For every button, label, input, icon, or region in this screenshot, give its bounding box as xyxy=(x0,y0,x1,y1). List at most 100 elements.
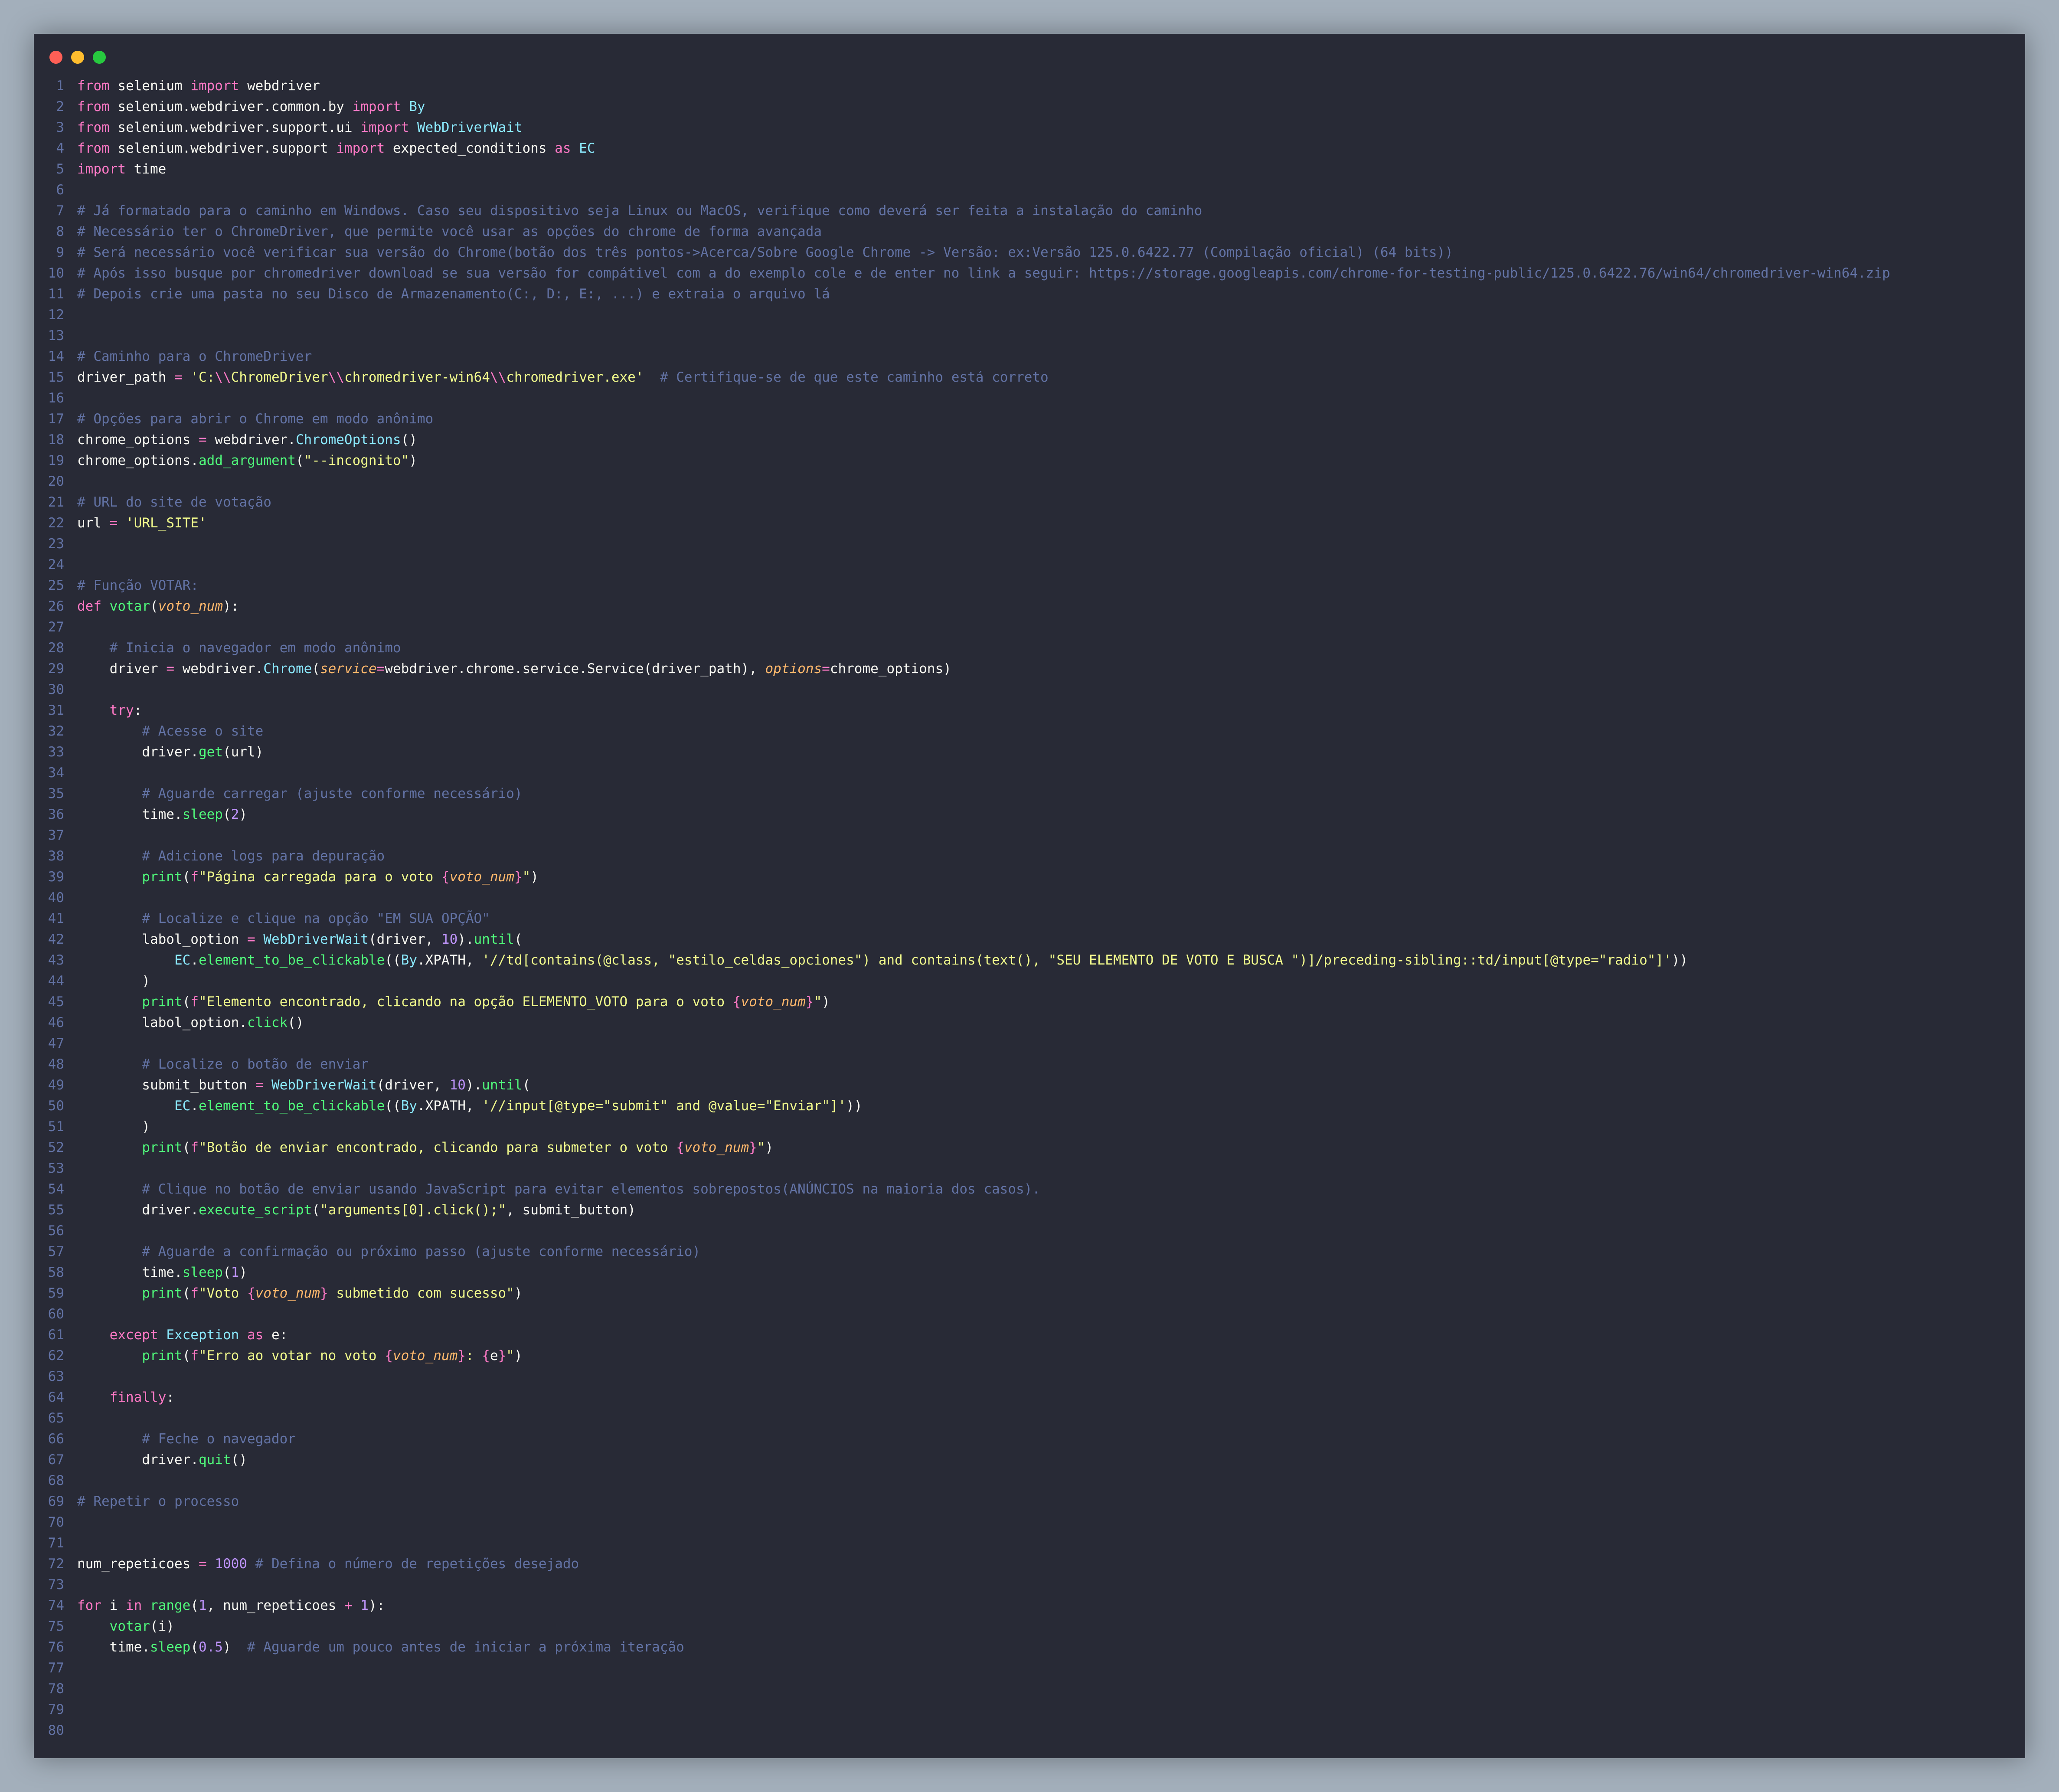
code-token: 1 xyxy=(231,1265,239,1280)
code-token: voto_num xyxy=(255,1285,320,1301)
line-number: 53 xyxy=(48,1161,64,1176)
line-number: 43 xyxy=(48,952,64,968)
code-line: 77 xyxy=(34,1658,2025,1678)
line-number: 31 xyxy=(48,703,64,718)
code-token: labol_option xyxy=(77,932,247,947)
line-content: labol_option.click() xyxy=(77,1012,304,1033)
code-token: voto_num xyxy=(684,1140,749,1155)
line-number: 22 xyxy=(48,515,64,531)
code-token: } xyxy=(805,994,814,1010)
line-content: # Clique no botão de enviar usando JavaS… xyxy=(77,1179,1040,1200)
line-content: # Função VOTAR: xyxy=(77,575,199,596)
line-number: 21 xyxy=(48,494,64,510)
code-line: 13 xyxy=(34,325,2025,346)
code-token: chrome_options. xyxy=(77,453,199,468)
line-number: 59 xyxy=(48,1285,64,1301)
code-line: 39 print(f"Página carregada para o voto … xyxy=(34,867,2025,887)
line-content: from selenium.webdriver.support import e… xyxy=(77,138,595,159)
line-number: 12 xyxy=(48,307,64,323)
code-token: # Já formatado para o caminho em Windows… xyxy=(77,203,1203,219)
line-number: 16 xyxy=(48,390,64,406)
code-token: # Após isso busque por chromedriver down… xyxy=(77,265,1890,281)
code-token: = xyxy=(255,1077,264,1093)
line-number: 74 xyxy=(48,1598,64,1613)
code-token: \\ xyxy=(490,370,507,385)
code-token: : xyxy=(166,1390,174,1405)
line-number: 35 xyxy=(48,786,64,801)
code-line: 45 print(f"Elemento encontrado, clicando… xyxy=(34,991,2025,1012)
line-number: 8 xyxy=(56,224,64,239)
code-token: ) xyxy=(530,869,539,885)
code-token: # Aguarde a confirmação ou próximo passo… xyxy=(142,1244,701,1259)
line-number: 80 xyxy=(48,1723,64,1738)
code-token: "arguments[0].click();" xyxy=(320,1202,507,1218)
code-token: ( xyxy=(312,661,320,677)
code-line: 57 # Aguarde a confirmação ou próximo pa… xyxy=(34,1241,2025,1262)
code-token: from xyxy=(77,78,110,94)
code-token: 1 xyxy=(199,1598,207,1613)
code-line: 3 from selenium.webdriver.support.ui impo… xyxy=(34,117,2025,138)
code-token: execute_script xyxy=(198,1202,312,1218)
line-number: 60 xyxy=(48,1306,64,1322)
code-line: 74 for i in range(1, num_repeticoes + 1): xyxy=(34,1595,2025,1616)
minimize-dot-icon[interactable] xyxy=(71,51,84,64)
line-content: print(f"Página carregada para o voto {vo… xyxy=(77,867,539,887)
code-token: until xyxy=(482,1077,523,1093)
code-token: (( xyxy=(385,952,401,968)
code-token: ( xyxy=(222,1265,231,1280)
code-token: (driver, xyxy=(368,932,441,947)
line-number: 36 xyxy=(48,807,64,822)
code-token: " xyxy=(757,1140,765,1155)
code-token: votar xyxy=(109,1619,150,1634)
code-token: WebDriverWait xyxy=(271,1077,377,1093)
line-content: votar(i) xyxy=(77,1616,174,1637)
code-editor[interactable]: 1 from selenium import webdriver 2 from sel… xyxy=(34,75,2025,1741)
line-content: # Opções para abrir o Chrome em modo anô… xyxy=(77,409,433,429)
code-token: } xyxy=(320,1285,328,1301)
line-number: 10 xyxy=(48,265,64,281)
code-token: '//input[@type="submit" and @value="Envi… xyxy=(482,1098,846,1114)
close-dot-icon[interactable] xyxy=(49,51,62,64)
code-token: f xyxy=(190,1140,199,1155)
code-line: 55 driver.execute_script("arguments[0].c… xyxy=(34,1200,2025,1220)
code-token: webdriver xyxy=(239,78,320,94)
code-token: .XPATH, xyxy=(417,1098,482,1114)
code-token: f xyxy=(190,869,199,885)
code-token: ChromeOptions xyxy=(295,432,401,448)
line-content: # Será necessário você verificar sua ver… xyxy=(77,242,1453,263)
line-number: 71 xyxy=(48,1535,64,1551)
code-token: import xyxy=(360,120,409,135)
code-line: 50 EC.element_to_be_clickable((By.XPATH,… xyxy=(34,1095,2025,1116)
code-token: (url) xyxy=(222,744,264,760)
line-content: print(f"Erro ao votar no voto {voto_num}… xyxy=(77,1345,522,1366)
code-token: chromedriver.exe' xyxy=(506,370,644,385)
code-line: 31 try: xyxy=(34,700,2025,721)
line-number: 18 xyxy=(48,432,64,448)
code-token: ( xyxy=(312,1202,320,1218)
maximize-dot-icon[interactable] xyxy=(93,51,106,64)
code-token: : xyxy=(465,1348,482,1364)
line-content: for i in range(1, num_repeticoes + 1): xyxy=(77,1595,385,1616)
code-token: print xyxy=(142,869,183,885)
line-content: from selenium.webdriver.support.ui impor… xyxy=(77,117,523,138)
line-content: driver = webdriver.Chrome(service=webdri… xyxy=(77,658,951,679)
code-token: = xyxy=(174,370,183,385)
code-token: webdriver.chrome.service.Service(driver_… xyxy=(385,661,765,677)
code-line: 5 import time xyxy=(34,159,2025,180)
line-number: 72 xyxy=(48,1556,64,1572)
code-token: submit_button xyxy=(77,1077,255,1093)
line-number: 47 xyxy=(48,1036,64,1051)
line-content: try: xyxy=(77,700,142,721)
code-token: 'URL_SITE' xyxy=(126,515,207,531)
line-number: 15 xyxy=(48,370,64,385)
line-number: 64 xyxy=(48,1390,64,1405)
code-token: selenium.webdriver.support.ui xyxy=(109,120,361,135)
code-token: time. xyxy=(77,1639,150,1655)
code-token: = xyxy=(166,661,174,677)
